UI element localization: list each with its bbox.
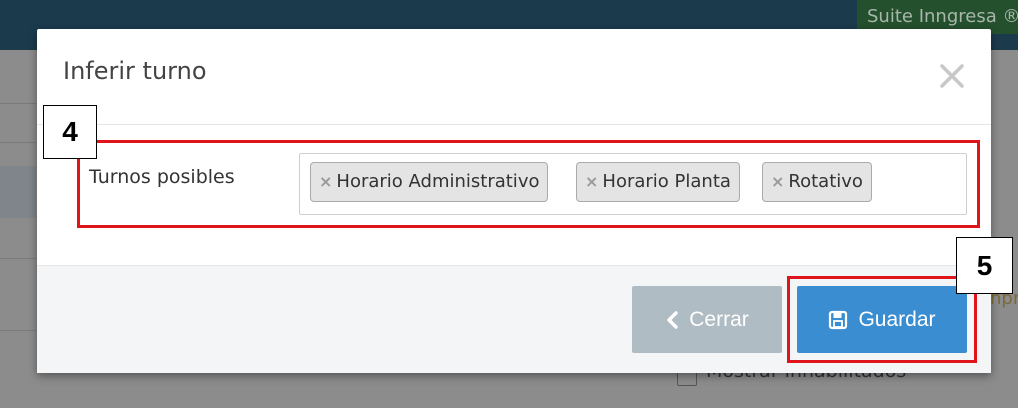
- highlight-box-4: [77, 140, 980, 228]
- modal-title: Inferir turno: [63, 57, 207, 85]
- background-divider: [0, 142, 36, 143]
- annotation-label-4: 4: [43, 105, 97, 159]
- chevron-left-icon: [665, 310, 679, 330]
- background-divider: [0, 103, 36, 104]
- close-button[interactable]: Cerrar: [632, 286, 782, 353]
- highlight-box-5: [787, 276, 977, 363]
- background-panel: [0, 166, 36, 218]
- close-icon[interactable]: [937, 61, 967, 91]
- background-divider: [0, 330, 36, 331]
- modal-header: Inferir turno: [37, 29, 991, 125]
- annotation-label-5: 5: [956, 237, 1013, 294]
- background-divider: [0, 258, 36, 259]
- close-button-label: Cerrar: [689, 307, 749, 331]
